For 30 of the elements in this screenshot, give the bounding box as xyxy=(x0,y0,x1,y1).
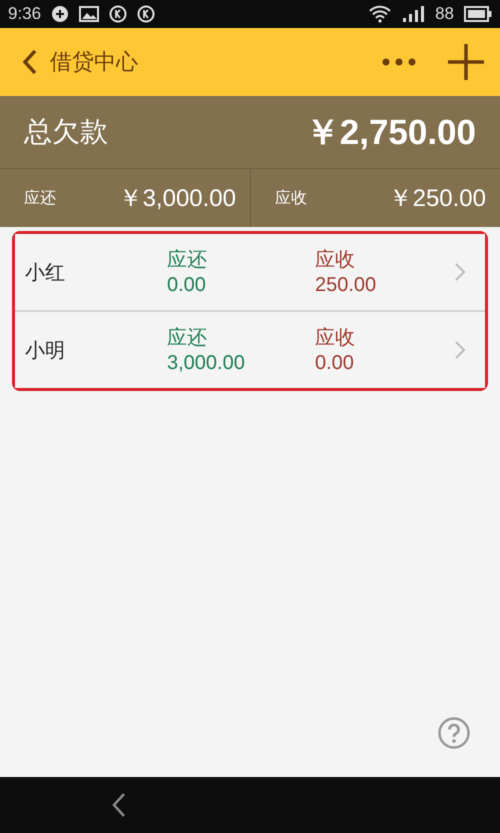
payable-amount: 3,000.00 xyxy=(167,351,246,376)
person-row[interactable]: 小红 应还 0.00 应收 250.00 xyxy=(15,234,485,312)
receivable-label: 应收 xyxy=(315,324,356,350)
summary-amount: ￥250.00 xyxy=(388,184,486,214)
wifi-icon xyxy=(369,5,392,23)
receivable-amount: 250.00 xyxy=(315,273,378,298)
help-button[interactable] xyxy=(438,717,470,749)
battery-level: 88 xyxy=(435,4,454,24)
payable-label: 应还 xyxy=(167,324,208,350)
image-icon xyxy=(79,6,100,22)
total-debt-label: 总欠款 xyxy=(24,114,108,150)
signal-icon xyxy=(401,5,426,23)
more-icon xyxy=(382,58,416,66)
payable-label: 应还 xyxy=(167,246,208,272)
payable-amount: 0.00 xyxy=(167,273,207,298)
receivable-label: 应收 xyxy=(315,246,356,272)
chevron-right-icon xyxy=(455,341,465,359)
chevron-right-icon xyxy=(455,263,465,281)
k-circle-icon xyxy=(109,5,128,23)
page-title: 借贷中心 xyxy=(50,49,138,77)
summary-label: 应还 xyxy=(24,188,56,208)
receivable-amount: 0.00 xyxy=(315,351,355,376)
k-circle-icon xyxy=(137,5,156,23)
summary-label: 应收 xyxy=(275,188,307,208)
person-name: 小明 xyxy=(25,336,66,364)
person-name: 小红 xyxy=(25,258,66,286)
total-debt-amount: ￥2,750.00 xyxy=(304,112,476,154)
battery-icon xyxy=(464,6,492,22)
status-time: 9:36 xyxy=(8,4,42,24)
summary-amount: ￥3,000.00 xyxy=(118,184,236,214)
